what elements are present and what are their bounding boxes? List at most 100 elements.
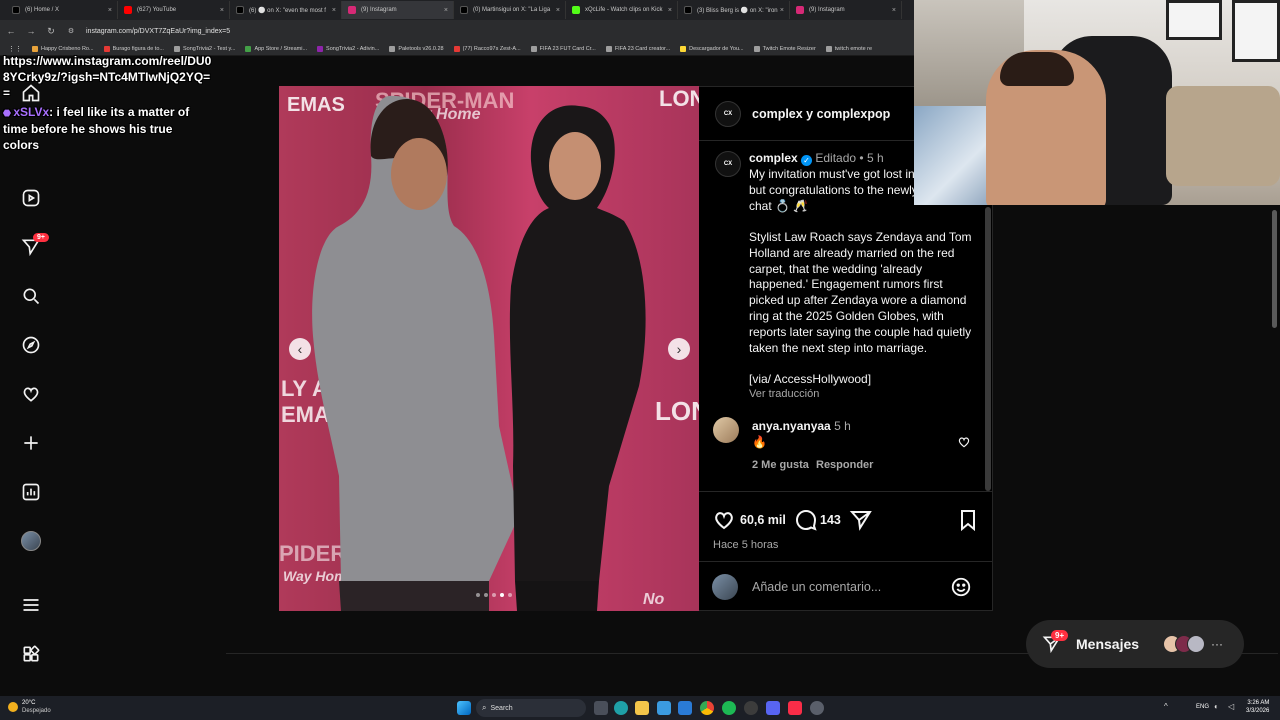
obs-icon[interactable] [744,701,758,715]
browser-tab[interactable]: (6) ⚪ on X: "even the most f × [230,1,342,19]
browser-tab[interactable]: (0) Martinsigui on X: "La Liga × [454,1,566,19]
commenter-username[interactable]: anya.nyanyaa [752,419,831,433]
weather-widget[interactable]: 20°C Despejado [8,699,51,715]
music-app-icon[interactable] [788,701,802,715]
bookmark-item[interactable]: twitch emote re [825,45,872,52]
bookmark-icon [530,45,537,52]
task-view-icon[interactable] [594,701,608,715]
network-icon[interactable]: ◐ [1214,702,1219,711]
photo-subjects [312,95,646,611]
author-avatar[interactable]: CX [715,151,741,177]
comments-scrollbar[interactable] [985,207,991,491]
x-logo-icon [460,6,468,14]
carousel-dot [484,593,488,597]
carousel-prev-button[interactable]: ‹ [289,338,311,360]
author-username[interactable]: complex [749,151,798,165]
browser-tab[interactable]: (3) Bliss Berg is ⚪ on X: "iron × [678,1,790,19]
discord-icon[interactable] [766,701,780,715]
page-scrollbar[interactable] [1272,210,1277,328]
site-info-icon[interactable]: ⚙ [66,27,76,35]
apps-icon[interactable]: ⋮⋮ [8,45,22,53]
heart-icon[interactable] [20,383,42,405]
carousel-indicator [476,593,512,597]
edge-icon[interactable] [614,701,628,715]
windows-start-icon[interactable] [457,701,471,715]
bookmark-icon [753,45,760,52]
comments-count[interactable]: 143 [820,513,841,529]
close-tab-icon[interactable]: × [668,7,672,14]
bookmark-item[interactable]: App Store / Streami... [245,45,307,52]
account-avatar[interactable]: CX [715,101,741,127]
language-indicator[interactable]: ENG [1196,704,1209,710]
comment-icon[interactable] [794,508,818,532]
browser-tab[interactable]: (6) Home / X × [6,1,118,19]
back-arrow-icon[interactable]: ← [6,26,16,36]
insights-icon[interactable] [20,481,42,503]
bookmark-item[interactable]: Burago figura de to... [103,45,164,52]
commenter-avatar[interactable] [713,417,739,443]
reels-icon[interactable] [20,187,42,209]
volume-icon[interactable]: ◁ [1228,702,1234,711]
emoji-icon[interactable] [950,576,972,598]
likes-count[interactable]: 60,6 mil [740,513,786,529]
browser-tab[interactable]: (9) Instagram × [790,1,902,19]
comment-likes[interactable]: 2 Me gusta [752,458,809,474]
url-input[interactable]: instagram.com/p/DVXT7ZqEaUr?img_index=5 [86,28,230,35]
x-logo-icon [684,6,692,14]
bookmark-icon [389,45,396,52]
bookmark-item[interactable]: SongTrivia2 - Adivin... [317,45,379,52]
bookmark-item[interactable]: FIFA 23 FUT Card Cr... [530,45,596,52]
carousel-dot [508,593,512,597]
bookmark-item[interactable]: FIFA 23 Card creator... [605,45,670,52]
browser-tab-active[interactable]: (9) Instagram × [342,1,454,19]
explore-icon[interactable] [20,334,42,356]
reply-button[interactable]: Responder [816,458,873,474]
save-bookmark-icon[interactable] [956,508,980,532]
browser-tab-bar: (6) Home / X × (627) YouTube × (6) ⚪ on X:… [0,0,914,20]
bookmark-item[interactable]: Twitch Emote Resizer [753,45,816,52]
comment-like-icon[interactable] [957,435,971,449]
photos-icon[interactable] [657,701,671,715]
close-tab-icon[interactable]: × [444,7,448,14]
comment-input[interactable]: Añade un comentario... [752,580,881,596]
forward-arrow-icon[interactable]: → [26,26,36,36]
close-tab-icon[interactable]: × [556,7,560,14]
search-icon[interactable] [20,285,42,307]
caption-author-line: complex ✓ Editado • 5 h [749,151,884,167]
spotify-icon[interactable] [722,701,736,715]
close-tab-icon[interactable]: × [780,7,784,14]
reload-icon[interactable]: ↻ [46,26,56,37]
close-tab-icon[interactable]: × [892,7,896,14]
clock[interactable]: 3:26 AM 3/3/2026 [1246,699,1269,715]
share-icon[interactable] [849,508,873,532]
messages-pill[interactable]: Mensajes ··· [1026,620,1244,668]
bookmark-item[interactable]: Paletools v26.0.28 [389,45,444,52]
add-comment-bar: Añade un comentario... [699,561,993,612]
bookmark-item[interactable]: SongTrivia2 - Test y... [173,45,235,52]
create-icon[interactable] [20,432,42,454]
app-icon[interactable] [810,701,824,715]
chat-message-link: https://www.instagram.com/reel/DU08YCrky… [3,54,212,100]
translate-link[interactable]: Ver traducción [749,387,819,403]
close-tab-icon[interactable]: × [220,7,224,14]
post-header-accounts[interactable]: complex y complexpop [752,107,890,123]
like-icon[interactable] [712,508,736,532]
browser-tab[interactable]: (627) YouTube × [118,1,230,19]
taskbar-search[interactable]: ⌕ Search [476,699,586,717]
post-image[interactable]: SPIDER-MAN Way Home LON EMAS LY AT EMAS … [279,86,699,611]
close-tab-icon[interactable]: × [332,7,336,14]
carousel-next-button[interactable]: › [668,338,690,360]
bookmark-item[interactable]: Happy Crisbeno Ro... [32,45,94,52]
mail-icon[interactable] [678,701,692,715]
browser-tab[interactable]: xQcLife - Watch clips on Kick × [566,1,678,19]
webcam-wall-frame [1232,0,1280,62]
file-explorer-icon[interactable] [635,701,649,715]
menu-icon[interactable] [20,594,42,616]
chrome-icon[interactable] [700,701,714,715]
close-tab-icon[interactable]: × [108,7,112,14]
more-apps-icon[interactable] [20,643,42,665]
tray-chevron-icon[interactable]: ^ [1164,702,1168,711]
bookmark-item[interactable]: (77) Racco97s Zest-A... [453,45,521,52]
profile-avatar[interactable] [20,530,42,552]
bookmark-item[interactable]: Descargador de You... [680,45,744,52]
